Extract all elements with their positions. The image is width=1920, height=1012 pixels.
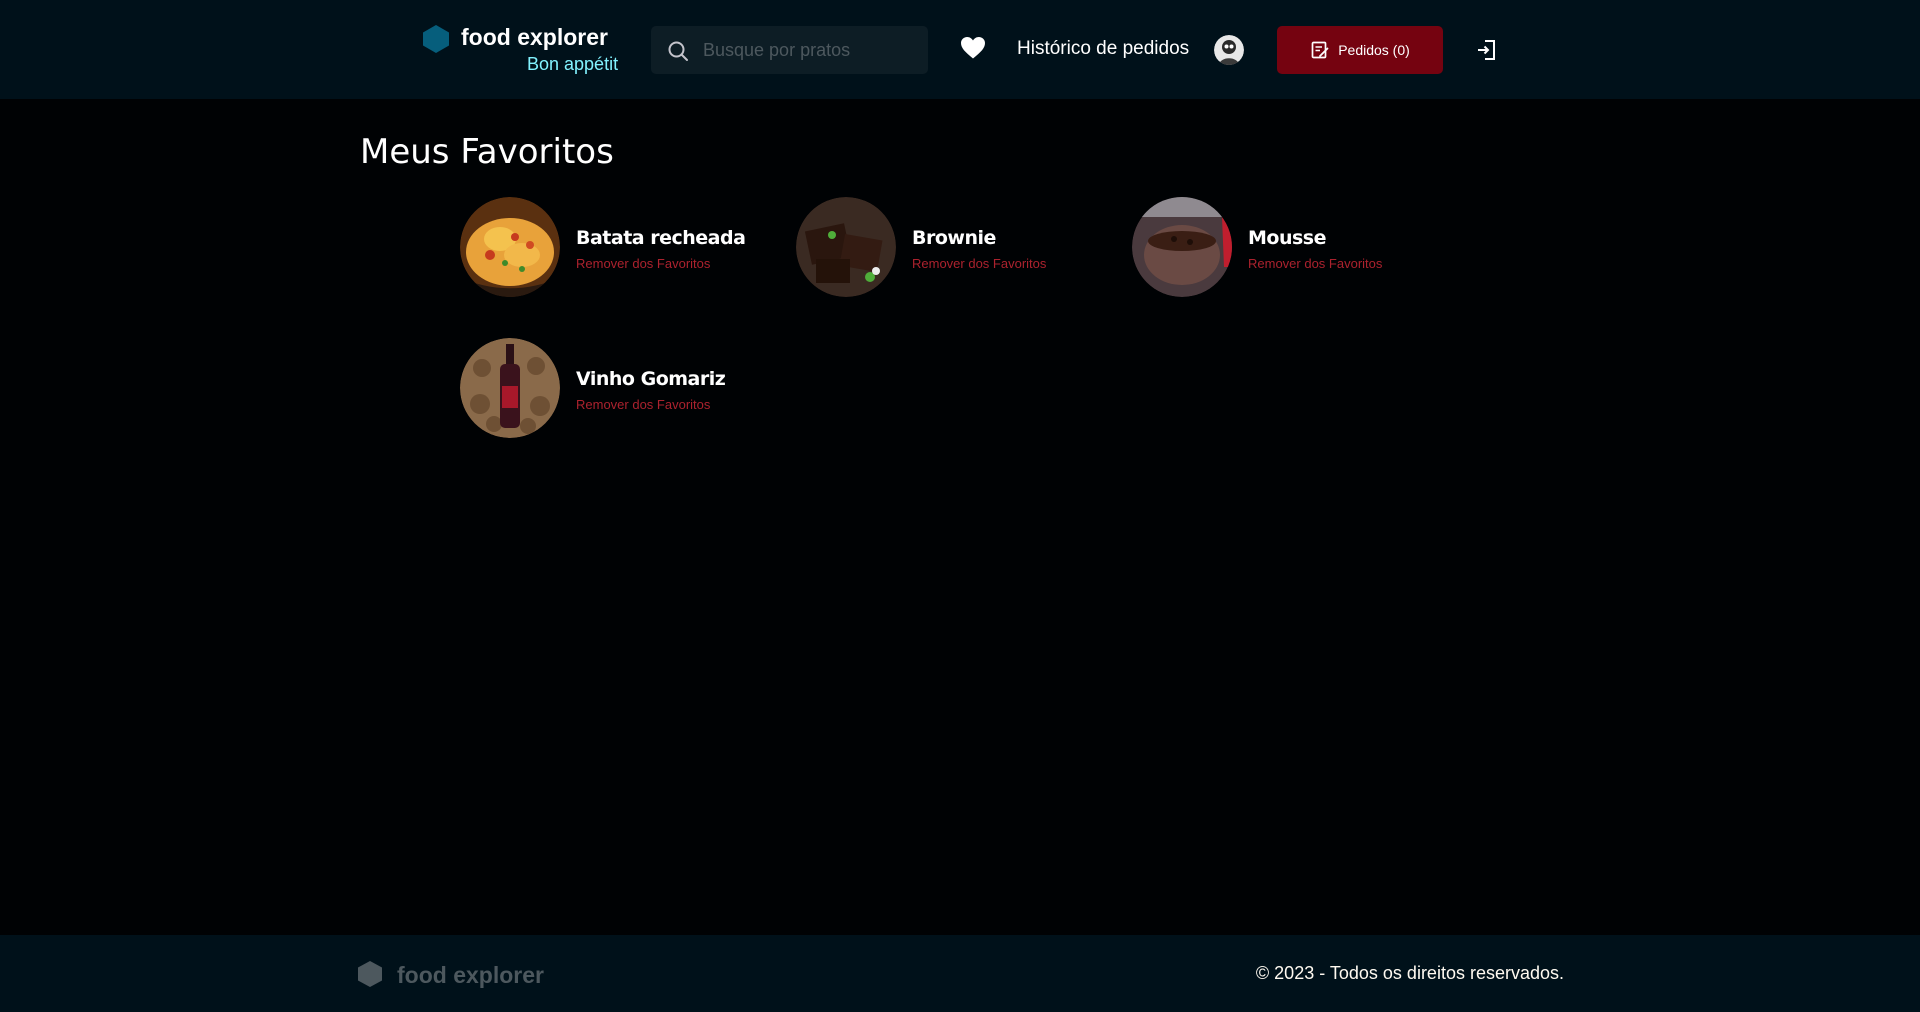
dish-name: Brownie [912, 227, 996, 249]
search-input[interactable] [703, 26, 918, 74]
favorite-card: Batata recheada Remover dos Favoritos [460, 197, 770, 301]
copyright-text: © 2023 - Todos os direitos reservados. [1255, 963, 1564, 983]
remove-favorite-link[interactable]: Remover dos Favoritos [1248, 256, 1382, 271]
favorite-card: Mousse Remover dos Favoritos [1132, 197, 1442, 301]
search-icon [668, 41, 688, 61]
dish-name: Vinho Gomariz [576, 368, 726, 390]
orders-button[interactable]: Pedidos (0) [1277, 26, 1443, 74]
favorite-card: Brownie Remover dos Favoritos [796, 197, 1106, 301]
page-title: Meus Favoritos [360, 132, 614, 172]
mousse-image [1132, 197, 1232, 297]
logo-subtitle: Bon appétit [527, 54, 619, 74]
loaded-potato-image [460, 197, 560, 297]
page-footer: food explorer © 2023 - Todos os direitos… [0, 935, 1920, 1012]
footer-logo-title: food explorer [397, 962, 544, 988]
remove-favorite-link[interactable]: Remover dos Favoritos [576, 397, 710, 412]
brownie-image [796, 197, 896, 297]
top-header: food explorer Bon appétit Histórico de p… [0, 0, 1920, 99]
wine-bottle-image [460, 338, 560, 438]
receipt-icon [1311, 41, 1329, 59]
dish-image[interactable] [460, 338, 560, 438]
dish-name: Mousse [1248, 227, 1327, 249]
dish-image[interactable] [1132, 197, 1232, 297]
dish-image[interactable] [796, 197, 896, 297]
avatar-icon [1214, 35, 1244, 65]
order-history-link[interactable]: Histórico de pedidos [1017, 38, 1189, 60]
brand-logo[interactable]: food explorer Bon appétit [421, 22, 621, 78]
favorite-card: Vinho Gomariz Remover dos Favoritos [460, 338, 770, 442]
dish-name: Batata recheada [576, 227, 746, 249]
logo-title: food explorer [461, 24, 608, 50]
user-avatar[interactable] [1214, 35, 1244, 65]
dish-image[interactable] [460, 197, 560, 297]
search-bar[interactable] [651, 26, 928, 74]
hexagon-logo-icon [423, 25, 449, 53]
footer-logo: food explorer [357, 958, 557, 990]
orders-button-label: Pedidos (0) [1338, 42, 1410, 58]
remove-favorite-link[interactable]: Remover dos Favoritos [576, 256, 710, 271]
remove-favorite-link[interactable]: Remover dos Favoritos [912, 256, 1046, 271]
hexagon-logo-icon [358, 961, 382, 987]
favorites-heart-icon[interactable] [960, 36, 986, 60]
sign-out-icon[interactable] [1475, 38, 1499, 62]
